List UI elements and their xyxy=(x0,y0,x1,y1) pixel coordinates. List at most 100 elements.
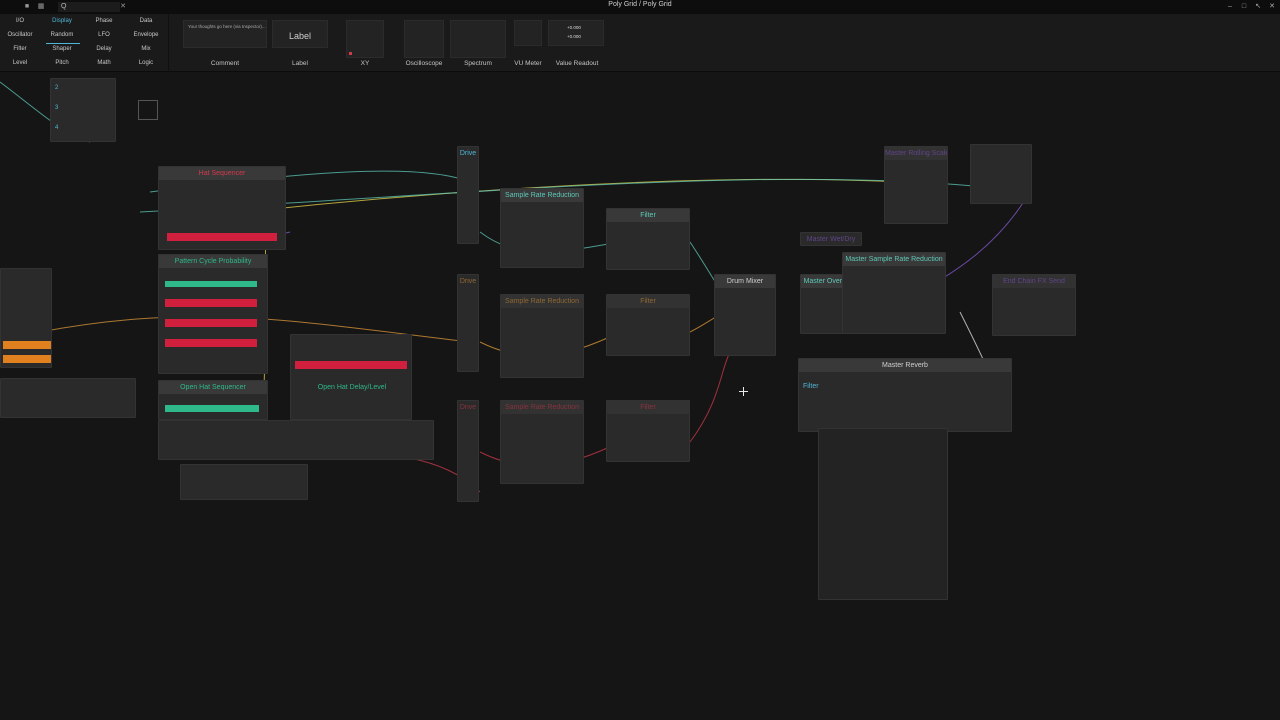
orange-bar-1[interactable] xyxy=(3,341,51,349)
pattern-cycle-probability-title: Pattern Cycle Probability xyxy=(159,255,267,268)
probability-bar-1[interactable] xyxy=(165,281,257,287)
maximize-icon[interactable]: □ xyxy=(1238,2,1250,12)
tile-label-xy: XY xyxy=(360,60,370,67)
probability-bar-4[interactable] xyxy=(165,339,257,347)
open-hat-delay-level[interactable]: Open Hat Delay/Level xyxy=(290,334,412,420)
filter-1-title: Filter xyxy=(607,209,689,222)
orange-bar-2[interactable] xyxy=(3,355,51,363)
hat-envelope-module[interactable] xyxy=(180,464,308,500)
master-wet-dry[interactable]: Master Wet/Dry xyxy=(800,232,862,246)
category-random[interactable]: Random xyxy=(45,32,79,38)
patch-cable[interactable] xyxy=(689,351,731,443)
category-math[interactable]: Math xyxy=(87,60,121,66)
title-bar: ■ ▦ Q ✕ Poly Grid / Poly Grid – □ ↖ ✕ xyxy=(0,0,1280,14)
active-category-indicator xyxy=(46,43,80,44)
vu-meter-tile[interactable] xyxy=(514,20,542,46)
master-sample-rate-reduction-title: Master Sample Rate Reduction xyxy=(843,253,945,266)
master-rolling-scale[interactable]: Master Rolling Scale xyxy=(884,146,948,224)
xy-tile[interactable] xyxy=(346,20,384,58)
category-envelope[interactable]: Envelope xyxy=(129,32,163,38)
tile-label-label: Label xyxy=(292,60,308,67)
sample-rate-reduction-2[interactable]: Sample Rate Reduction xyxy=(500,294,584,378)
voice-number: 3 xyxy=(55,105,59,111)
drum-mixer[interactable]: Drum Mixer xyxy=(714,274,776,356)
pin-icon[interactable]: ↖ xyxy=(1252,2,1264,12)
hat-sequencer-title: Hat Sequencer xyxy=(159,167,285,180)
category-logic[interactable]: Logic xyxy=(129,60,163,66)
partial-module-bottom-left[interactable] xyxy=(0,378,136,418)
filter-3[interactable]: Filter xyxy=(606,400,690,462)
drive-2[interactable]: Drive xyxy=(457,274,479,372)
hat-voice-module[interactable] xyxy=(158,420,434,460)
end-chain-fx-send-title: End Chain FX Send xyxy=(993,275,1075,288)
voice-number: 4 xyxy=(55,125,59,131)
readout-a: +0.000 xyxy=(567,25,581,30)
drive-1[interactable]: Drive xyxy=(457,146,479,244)
comment-tile-text: Your thoughts go here (via Inspector)... xyxy=(188,24,266,29)
category-delay[interactable]: Delay xyxy=(87,46,121,52)
voice-number: 2 xyxy=(55,85,59,91)
filter-3-title: Filter xyxy=(607,401,689,414)
open-hat-sequencer-title: Open Hat Sequencer xyxy=(159,381,267,394)
open-hat-step-bar[interactable] xyxy=(165,405,259,412)
oscilloscope-tile[interactable] xyxy=(404,20,444,58)
delay-level-bar[interactable] xyxy=(295,361,407,369)
open-hat-delay-level-title: Open Hat Delay/Level xyxy=(317,384,387,391)
sample-rate-reduction-3[interactable]: Sample Rate Reduction xyxy=(500,400,584,484)
category-display[interactable]: Display xyxy=(45,18,79,24)
open-hat-sequencer[interactable]: Open Hat Sequencer xyxy=(158,380,268,420)
hat-sequencer[interactable]: Hat Sequencer xyxy=(158,166,286,250)
comment-tile[interactable]: Your thoughts go here (via Inspector)... xyxy=(183,20,267,48)
divider xyxy=(168,14,169,72)
patch-canvas[interactable]: 2 3 4 Hat Sequencer Pattern Cycle Probabil… xyxy=(0,72,1280,720)
pattern-cycle-probability[interactable]: Pattern Cycle Probability xyxy=(158,254,268,374)
spectrum-tile[interactable] xyxy=(450,20,506,58)
reverb-allpass-chain[interactable] xyxy=(818,428,948,600)
voice-list: 2 3 4 xyxy=(50,78,116,142)
filter-1[interactable]: Filter xyxy=(606,208,690,270)
filter-2[interactable]: Filter xyxy=(606,294,690,356)
rolling-scale-comment[interactable] xyxy=(970,144,1032,204)
category-i-o[interactable]: I/O xyxy=(3,18,37,24)
drive-1-title: Drive xyxy=(459,150,477,157)
tile-label-oscilloscope: Oscilloscope xyxy=(405,60,443,67)
probability-bar-2[interactable] xyxy=(165,299,257,307)
minimize-icon[interactable]: – xyxy=(1224,2,1236,12)
value-readout-tile[interactable]: +0.000 +0.000 xyxy=(548,20,604,46)
category-shaper[interactable]: Shaper xyxy=(45,46,79,52)
close-window-icon[interactable]: ✕ xyxy=(1266,2,1278,12)
end-chain-fx-send[interactable]: End Chain FX Send xyxy=(992,274,1076,336)
readout-b: +0.000 xyxy=(567,34,581,39)
category-lfo[interactable]: LFO xyxy=(87,32,121,38)
category-mix[interactable]: Mix xyxy=(129,46,163,52)
tile-label-comment: Comment xyxy=(210,60,240,67)
tile-label-vu-meter: VU Meter xyxy=(514,60,542,67)
category-oscillator[interactable]: Oscillator xyxy=(3,32,37,38)
crosshair-cursor xyxy=(739,387,748,396)
sample-rate-reduction-1[interactable]: Sample Rate Reduction xyxy=(500,188,584,268)
master-reverb[interactable]: Master Reverb Filter xyxy=(798,358,1012,432)
sample-rate-reduction-2-title: Sample Rate Reduction xyxy=(501,295,583,308)
drive-2-title: Drive xyxy=(459,278,477,285)
empty-selection-box[interactable] xyxy=(138,100,158,120)
category-data[interactable]: Data xyxy=(129,18,163,24)
partial-module-left[interactable] xyxy=(0,268,52,368)
category-filter[interactable]: Filter xyxy=(3,46,37,52)
master-reverb-filter-label: Filter xyxy=(803,383,819,390)
master-sample-rate-reduction[interactable]: Master Sample Rate Reduction xyxy=(842,252,946,334)
probability-bar-3[interactable] xyxy=(165,319,257,327)
sample-rate-reduction-1-title: Sample Rate Reduction xyxy=(501,189,583,202)
sample-rate-reduction-3-title: Sample Rate Reduction xyxy=(501,401,583,414)
hat-step-bar[interactable] xyxy=(167,233,277,241)
master-reverb-title: Master Reverb xyxy=(799,359,1011,372)
xy-dot xyxy=(349,52,352,55)
drive-3[interactable]: Drive xyxy=(457,400,479,502)
filter-2-title: Filter xyxy=(607,295,689,308)
category-phase[interactable]: Phase xyxy=(87,18,121,24)
category-pitch[interactable]: Pitch xyxy=(45,60,79,66)
label-tile-text: Label xyxy=(288,31,312,41)
tile-label-value-readout: Value Readout xyxy=(555,60,599,67)
window-title: Poly Grid / Poly Grid xyxy=(608,1,672,8)
category-level[interactable]: Level xyxy=(3,60,37,66)
label-tile[interactable]: Label xyxy=(272,20,328,48)
